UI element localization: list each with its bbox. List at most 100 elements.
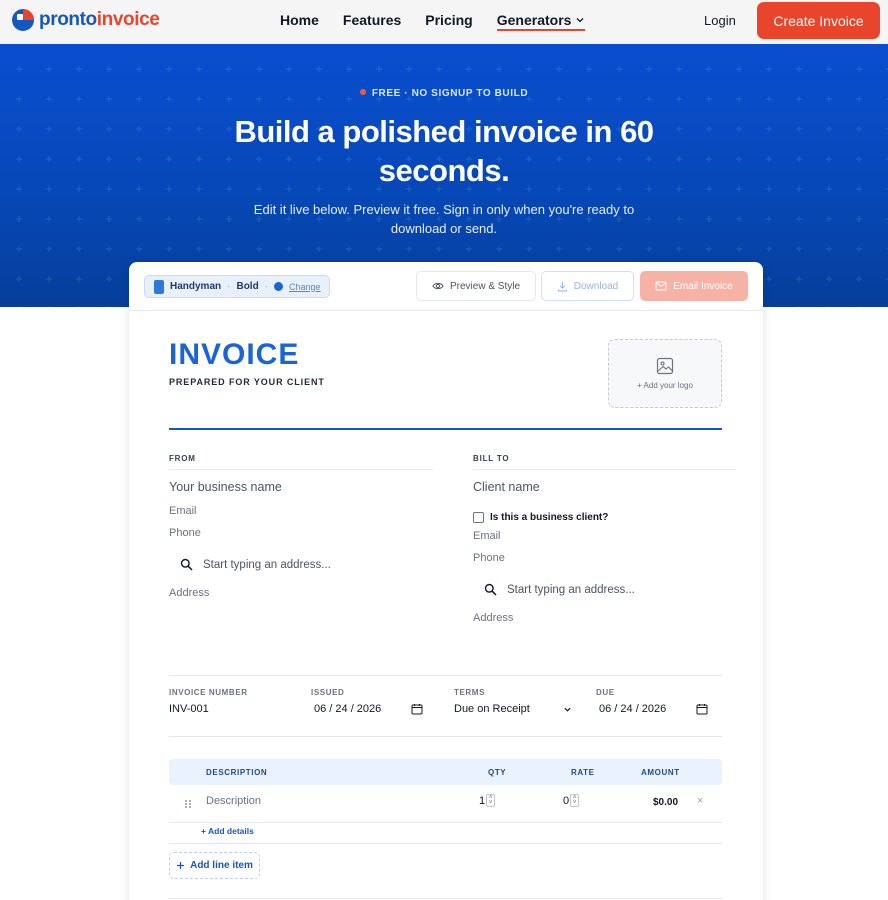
nav-pricing[interactable]: Pricing [425,12,472,31]
line-items-header: DESCRIPTION QTY RATE AMOUNT [169,759,722,785]
header-divider [169,428,722,430]
meta-top-divider [169,675,722,676]
eye-icon [432,282,444,290]
hero-badge-text: FREE · NO SIGNUP TO BUILD [371,88,529,99]
nav-generators[interactable]: Generators [496,12,586,31]
calendar-icon[interactable] [411,703,423,715]
download-button[interactable]: Download [541,271,634,301]
from-label: FROM [169,454,196,463]
rate-value: 0 [563,794,570,807]
invoice-subtitle: PREPARED FOR YOUR CLIENT [169,377,325,387]
email-invoice-button[interactable]: Email Invoice [640,271,748,301]
search-icon [180,558,193,571]
add-line-item-label: Add line item [190,860,253,871]
calendar-icon[interactable] [696,703,708,715]
logo-text-pronto: pronto [39,9,97,30]
image-icon [656,357,674,375]
line-item-rate-input[interactable]: 0 ˄ ˅ [563,794,580,807]
bill-to-address-field[interactable]: Address [473,612,513,624]
bill-to-phone-field[interactable]: Phone [473,552,505,564]
col-rate: RATE [571,768,595,777]
terms-select[interactable]: Due on Receipt [454,703,530,715]
plus-icon [177,862,185,869]
issued-label: ISSUED [311,688,345,697]
login-link[interactable]: Login [704,13,736,28]
col-amount: AMOUNT [641,768,680,777]
bill-to-address-search-placeholder: Start typing an address... [507,583,635,596]
download-icon [557,281,567,291]
hero-title-line-2: seconds. [378,153,510,188]
terms-label: TERMS [454,688,485,697]
editor-toolbar: Handyman · Bold · Change Preview & Style… [129,262,763,311]
search-icon [484,583,497,596]
template-selector[interactable]: Handyman · Bold · Change [144,275,330,298]
bill-to-address-search[interactable]: Start typing an address... [484,583,635,596]
due-label: DUE [596,688,615,697]
bill-to-email-field[interactable]: Email [473,530,501,542]
checkbox-box[interactable] [473,512,484,523]
hero-subtitle: Edit it live below. Preview it free. Sig… [253,202,635,236]
meta-bottom-divider [169,736,722,737]
remove-line-item-icon[interactable]: × [697,795,703,807]
from-address-search-placeholder: Start typing an address... [203,558,331,571]
hero-title-line-1: Build a polished invoice in 60 [234,114,654,149]
invoice-number-label: INVOICE NUMBER [169,688,248,697]
line-item-description-input[interactable]: Description [206,795,261,807]
from-address-search[interactable]: Start typing an address... [180,558,331,571]
template-style: Bold [236,281,259,292]
email-invoice-label: Email Invoice [673,280,733,292]
row-divider [169,898,722,899]
invoice-number-input[interactable]: INV-001 [169,703,209,715]
row-divider [169,822,722,823]
logo-mark-icon [12,9,34,31]
chevron-down-icon [576,18,584,23]
row-divider [169,843,722,844]
from-phone-field[interactable]: Phone [169,527,201,539]
rate-spinner-icon[interactable]: ˄ ˅ [570,794,580,807]
create-invoice-button[interactable]: Create Invoice [757,2,880,39]
template-change-link[interactable]: Change [289,282,321,292]
mail-icon [655,281,667,291]
col-qty: QTY [488,768,507,777]
top-nav: prontoinvoice Home Features Pricing Gene… [0,0,888,44]
add-logo-dropzone[interactable]: + Add your logo [608,339,722,408]
logo-text-invoice: invoice [96,9,160,30]
qty-value: 1 [479,794,486,807]
from-divider [169,469,433,470]
col-description: DESCRIPTION [206,768,268,777]
nav-links: Home Features Pricing Generators [280,12,609,31]
nav-generators-label: Generators [496,12,572,28]
from-email-field[interactable]: Email [169,505,197,517]
issued-date-input[interactable]: 06 / 24 / 2026 [314,703,381,715]
business-client-label: Is this a business client? [490,512,609,523]
download-label: Download [573,280,619,292]
invoice-title: INVOICE [169,338,300,371]
badge-dot-icon [359,89,366,95]
bill-to-label: BILL TO [473,454,510,463]
color-swatch-icon [274,282,284,291]
template-icon [154,279,164,294]
brand-logo[interactable]: prontoinvoice [12,9,160,31]
add-line-item-button[interactable]: Add line item [169,852,260,879]
client-name-field[interactable]: Client name [473,480,540,494]
invoice-editor-card: Handyman · Bold · Change Preview & Style… [129,262,763,900]
template-name: Handyman [170,281,222,292]
drag-handle-icon[interactable] [184,799,192,809]
from-address-field[interactable]: Address [169,587,209,599]
hero-badge: FREE · NO SIGNUP TO BUILD [0,88,888,99]
nav-features[interactable]: Features [343,12,401,31]
preview-style-button[interactable]: Preview & Style [416,271,536,301]
preview-style-label: Preview & Style [449,280,521,292]
chevron-down-icon [564,707,571,712]
due-date-input[interactable]: 06 / 24 / 2026 [599,703,666,715]
template-separator: · [264,281,269,292]
business-name-field[interactable]: Your business name [169,480,282,494]
add-details-link[interactable]: + Add details [201,826,254,836]
line-item-amount: $0.00 [653,797,679,808]
template-separator: · [227,281,231,292]
nav-home[interactable]: Home [280,12,319,31]
line-item-qty-input[interactable]: 1 ˄ ˅ [479,794,496,807]
business-client-checkbox[interactable]: Is this a business client? [473,512,608,523]
qty-spinner-icon[interactable]: ˄ ˅ [486,794,496,807]
hero-title: Build a polished invoice in 60 seconds. [0,112,888,190]
